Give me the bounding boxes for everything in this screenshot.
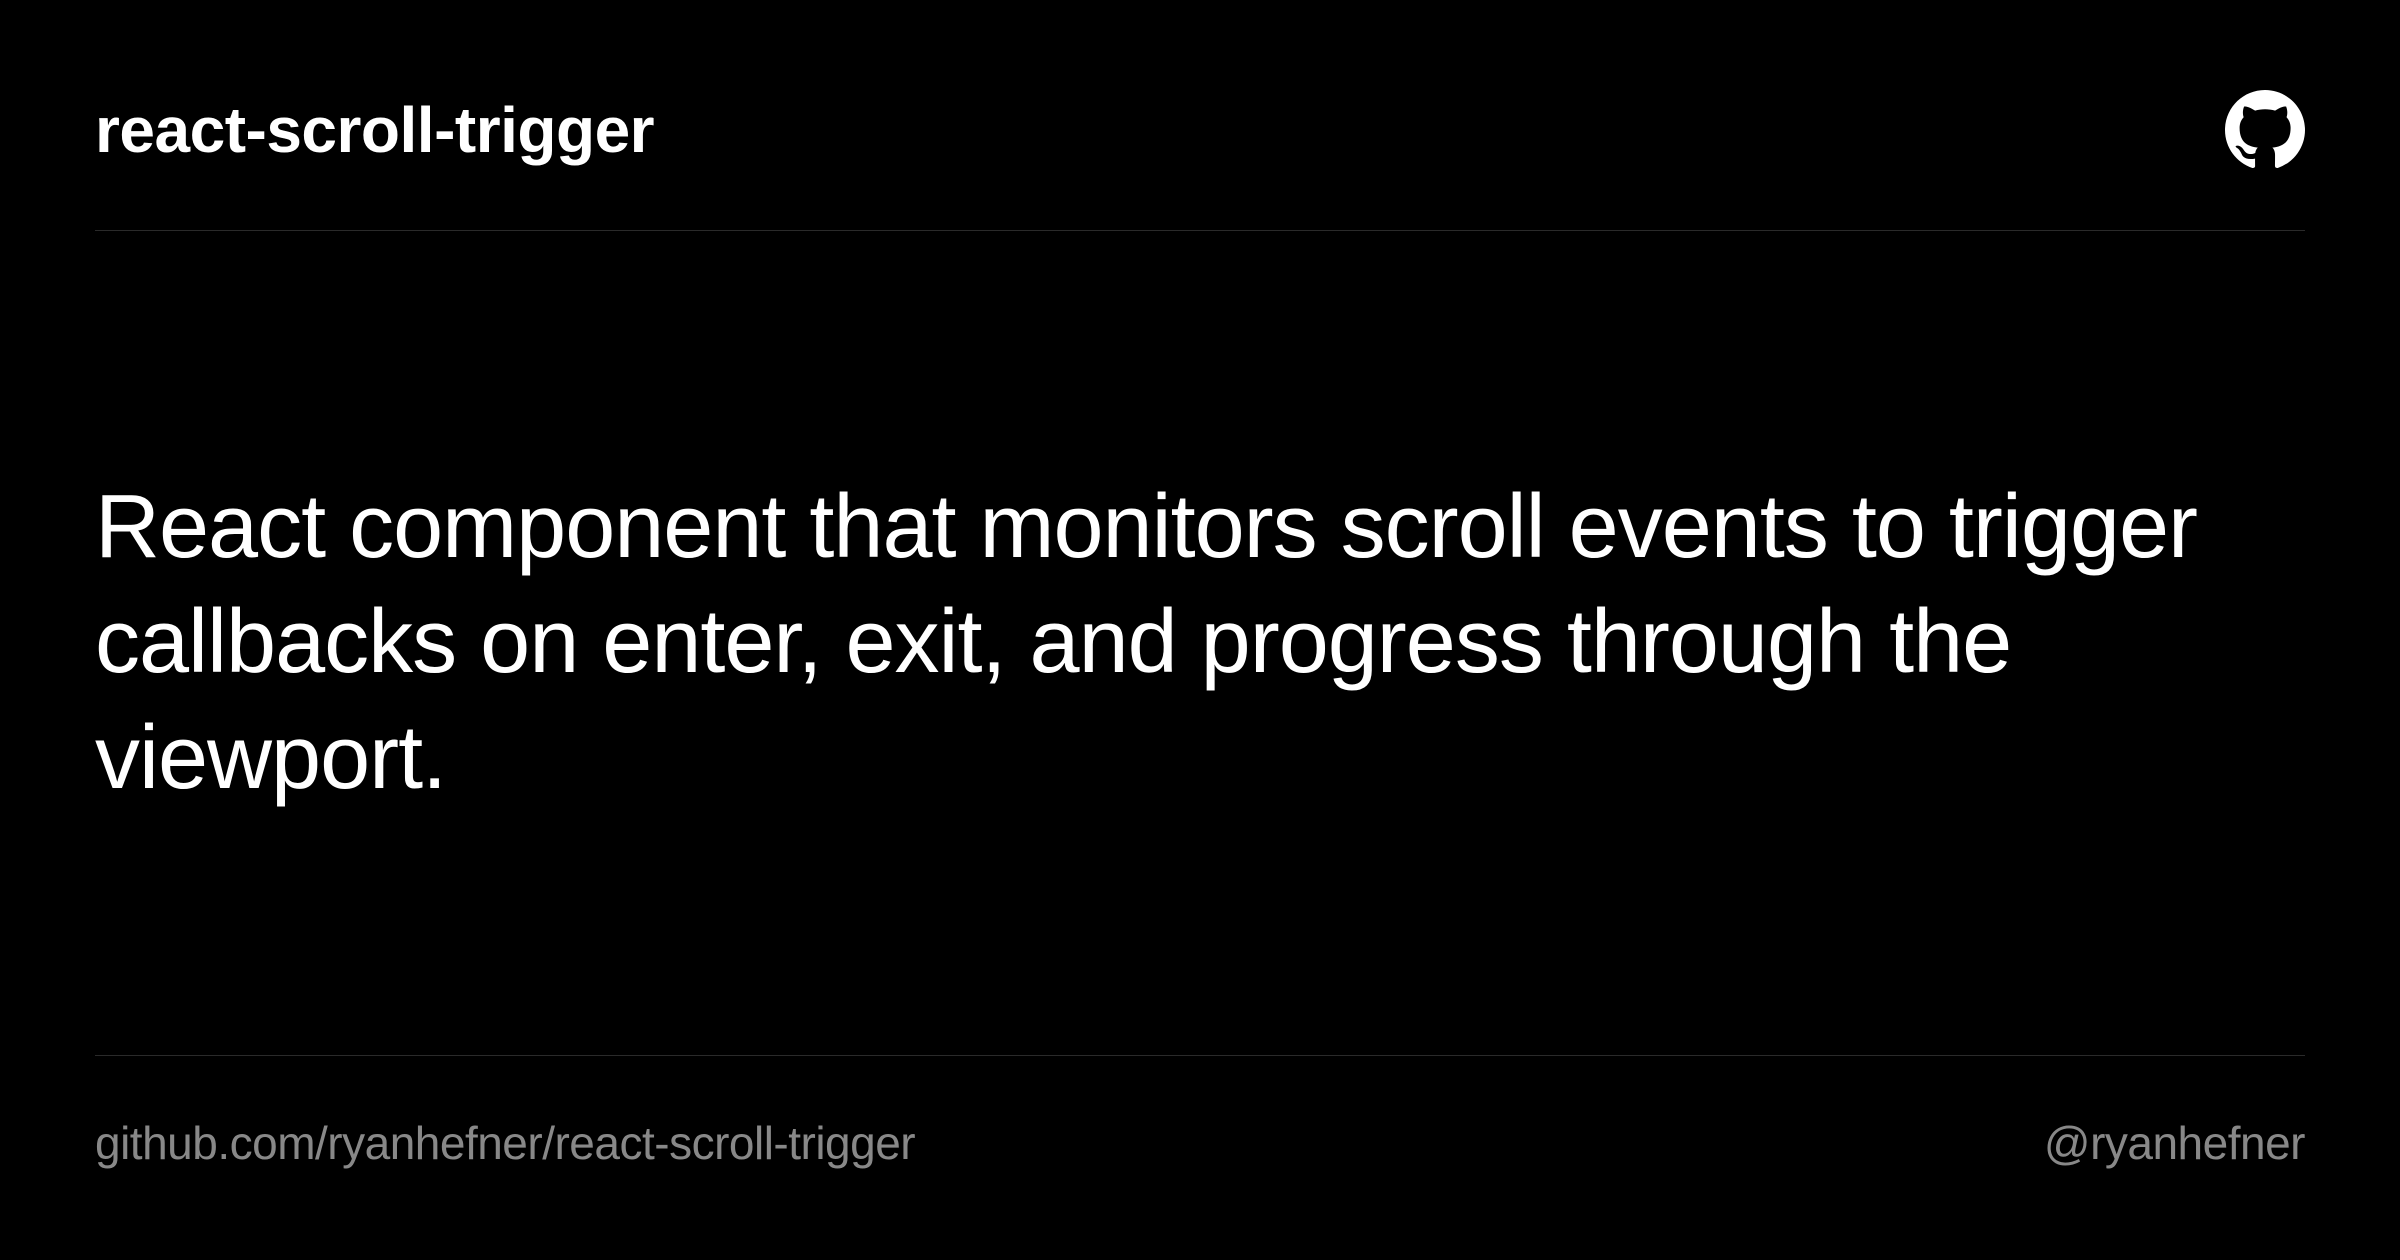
social-card: react-scroll-trigger React component tha… — [0, 0, 2400, 1260]
card-header: react-scroll-trigger — [95, 90, 2305, 231]
package-title: react-scroll-trigger — [95, 93, 654, 167]
package-description: React component that monitors scroll eve… — [95, 470, 2305, 816]
description-section: React component that monitors scroll eve… — [95, 231, 2305, 1055]
card-footer: github.com/ryanhefner/react-scroll-trigg… — [95, 1055, 2305, 1170]
repo-url: github.com/ryanhefner/react-scroll-trigg… — [95, 1116, 915, 1170]
author-handle: @ryanhefner — [2044, 1116, 2305, 1170]
github-icon — [2225, 90, 2305, 170]
